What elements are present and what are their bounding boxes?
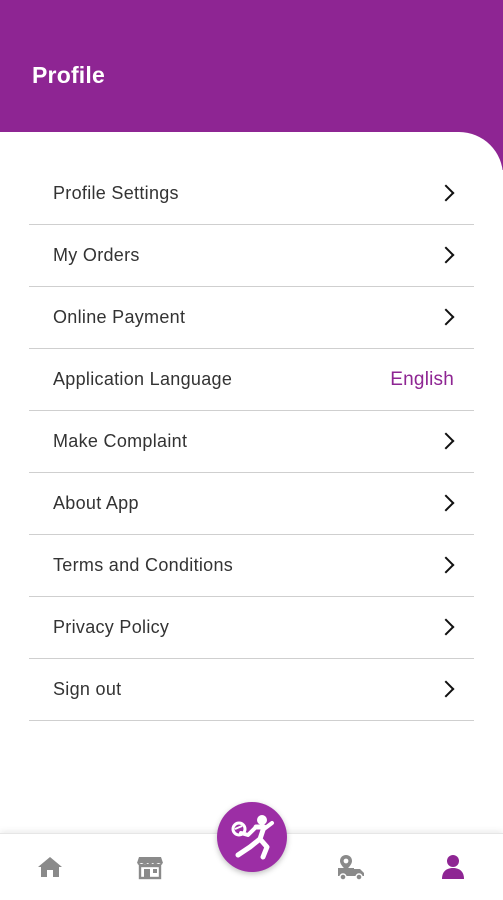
profile-menu: Profile Settings My Orders Online Paymen…	[29, 163, 474, 721]
chevron-right-icon	[437, 680, 455, 697]
chevron-right-icon	[437, 494, 455, 511]
chevron-right-icon	[437, 618, 455, 635]
menu-item-label: Profile Settings	[53, 183, 179, 203]
nav-home-button[interactable]	[35, 852, 65, 882]
menu-item-profile-settings[interactable]: Profile Settings	[29, 163, 474, 225]
page-title: Profile	[32, 62, 105, 88]
menu-item-my-orders[interactable]: My Orders	[29, 225, 474, 287]
chevron-right-icon	[437, 246, 455, 263]
menu-item-privacy-policy[interactable]: Privacy Policy	[29, 597, 474, 659]
menu-item-label: Application Language	[53, 369, 233, 389]
language-value[interactable]: English	[390, 369, 454, 391]
menu-item-terms-and-conditions[interactable]: Terms and Conditions	[29, 535, 474, 597]
nav-delivery-button[interactable]	[336, 852, 366, 882]
chevron-right-icon	[437, 308, 455, 325]
chevron-right-icon	[437, 556, 455, 573]
menu-item-label: About App	[53, 493, 139, 513]
home-icon	[38, 857, 62, 877]
menu-item-application-language[interactable]: Application Language English	[29, 349, 474, 411]
delivery-icon	[338, 855, 364, 881]
center-home-fab[interactable]	[217, 802, 287, 872]
menu-item-label: My Orders	[53, 245, 140, 265]
runner-logo-icon	[231, 815, 274, 860]
menu-item-make-complaint[interactable]: Make Complaint	[29, 411, 474, 473]
chevron-right-icon	[437, 184, 455, 201]
menu-item-sign-out[interactable]: Sign out	[29, 659, 474, 721]
chevron-right-icon	[437, 432, 455, 449]
profile-content: Profile Settings My Orders Online Paymen…	[0, 132, 503, 900]
store-icon	[137, 857, 163, 880]
menu-item-label: Make Complaint	[53, 431, 188, 451]
menu-item-label: Sign out	[53, 679, 122, 699]
menu-item-online-payment[interactable]: Online Payment	[29, 287, 474, 349]
menu-item-label: Terms and Conditions	[53, 555, 234, 575]
menu-item-label: Privacy Policy	[53, 617, 170, 637]
user-icon	[442, 855, 464, 879]
profile-screen: Profile Profile Settings My Orders Onlin…	[0, 0, 503, 900]
nav-store-button[interactable]	[135, 852, 165, 882]
menu-item-about-app[interactable]: About App	[29, 473, 474, 535]
menu-item-label: Online Payment	[53, 307, 186, 327]
nav-profile-button[interactable]	[438, 852, 468, 882]
